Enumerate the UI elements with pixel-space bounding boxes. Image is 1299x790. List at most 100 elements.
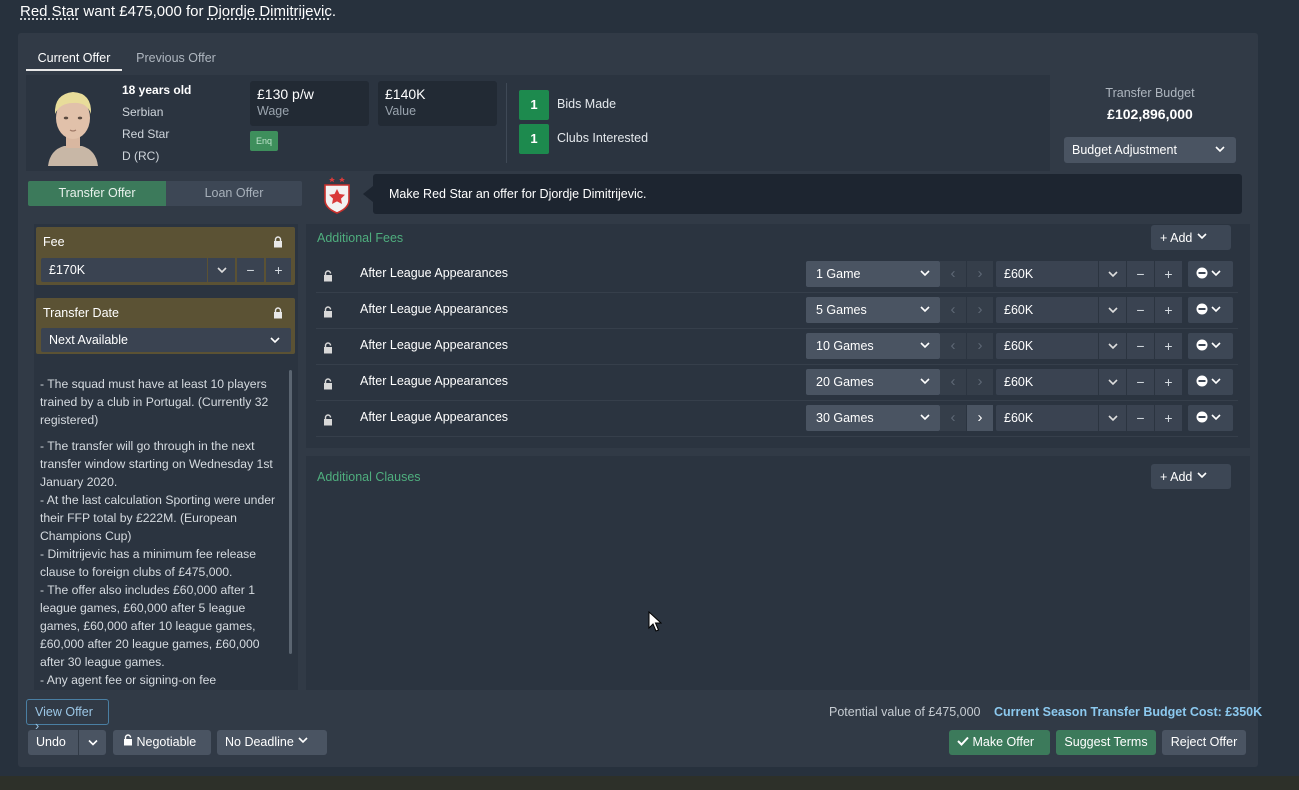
games-value: 20 Games <box>816 375 874 389</box>
games-value: 1 Game <box>816 267 861 281</box>
enquire-button[interactable]: Enq <box>250 131 278 151</box>
games-dropdown[interactable]: 20 Games <box>806 369 940 395</box>
games-dropdown[interactable]: 10 Games <box>806 333 940 359</box>
transfer-offer-toggle[interactable]: Transfer Offer <box>28 181 166 206</box>
amount-input[interactable]: £60K <box>996 297 1098 323</box>
amount-decrease-button[interactable]: − <box>1127 261 1154 287</box>
amount-increase-button[interactable]: + <box>1155 405 1182 431</box>
row-options-button[interactable] <box>1188 333 1233 359</box>
offer-heading: Red Star want £475,000 for Djordje Dimit… <box>20 3 336 20</box>
heading-text: want £475,000 for <box>79 3 208 20</box>
tab-current-offer[interactable]: Current Offer <box>26 49 122 71</box>
amount-input[interactable]: £60K <box>996 405 1098 431</box>
amount-increase-button[interactable]: + <box>1155 369 1182 395</box>
note-item: - The offer also includes £60,000 after … <box>40 583 260 669</box>
deadline-label: No Deadline <box>225 735 294 749</box>
fee-decrease-button[interactable]: − <box>237 258 264 282</box>
section-gap <box>306 448 1250 456</box>
next-button[interactable]: › <box>967 369 993 395</box>
chevron-down-icon <box>920 414 930 421</box>
amount-input[interactable]: £60K <box>996 261 1098 287</box>
note-item: - Dimitrijevic has a minimum fee release… <box>40 547 257 579</box>
previous-button[interactable]: ‹ <box>940 333 966 359</box>
add-clause-label: Add <box>1170 470 1193 484</box>
amount-dropdown-button[interactable] <box>1099 261 1126 287</box>
tab-previous-offer[interactable]: Previous Offer <box>128 49 224 71</box>
previous-button[interactable]: ‹ <box>940 261 966 287</box>
unlock-icon[interactable] <box>323 414 333 426</box>
lock-icon[interactable] <box>273 307 283 319</box>
amount-input[interactable]: £60K <box>996 369 1098 395</box>
deadline-dropdown[interactable]: No Deadline <box>217 730 327 755</box>
amount-decrease-button[interactable]: − <box>1127 369 1154 395</box>
fee-row-label: After League Appearances <box>360 374 509 388</box>
previous-button[interactable]: ‹ <box>940 405 966 431</box>
view-offer-label: View Offer <box>35 705 93 719</box>
amount-dropdown-button[interactable] <box>1099 333 1126 359</box>
check-icon <box>957 736 969 746</box>
transfer-date-label: Transfer Date <box>43 306 119 320</box>
amount-increase-button[interactable]: + <box>1155 333 1182 359</box>
club-crest-icon <box>324 177 350 214</box>
lock-icon[interactable] <box>273 236 283 248</box>
add-clause-button[interactable]: + Add <box>1151 464 1231 489</box>
row-options-button[interactable] <box>1188 297 1233 323</box>
loan-offer-toggle[interactable]: Loan Offer <box>166 181 302 206</box>
amount-decrease-button[interactable]: − <box>1127 297 1154 323</box>
amount-increase-button[interactable]: + <box>1155 261 1182 287</box>
negotiable-button[interactable]: Negotiable <box>113 730 211 755</box>
row-options-button[interactable] <box>1188 369 1233 395</box>
wage-value: £130 p/w <box>257 86 314 102</box>
fee-increase-button[interactable]: + <box>266 258 291 282</box>
clubs-interested-label[interactable]: Clubs Interested <box>557 131 648 145</box>
next-button[interactable]: › <box>967 405 993 431</box>
make-offer-label: Make Offer <box>972 735 1035 749</box>
previous-button[interactable]: ‹ <box>940 369 966 395</box>
budget-adjustment-dropdown[interactable]: Budget Adjustment <box>1064 137 1236 163</box>
player-link[interactable]: Djordje Dimitrijevic <box>208 3 332 20</box>
row-options-button[interactable] <box>1188 261 1233 287</box>
amount-dropdown-button[interactable] <box>1099 405 1126 431</box>
games-dropdown[interactable]: 30 Games <box>806 405 940 431</box>
next-button[interactable]: › <box>967 297 993 323</box>
amount-decrease-button[interactable]: − <box>1127 405 1154 431</box>
plus-icon: + <box>1160 231 1168 245</box>
previous-button[interactable]: ‹ <box>940 297 966 323</box>
reject-offer-button[interactable]: Reject Offer <box>1162 730 1246 755</box>
fee-row: After League Appearances 10 Games ‹ › £6… <box>316 329 1238 365</box>
player-club[interactable]: Red Star <box>122 127 169 141</box>
undo-dropdown-button[interactable] <box>79 730 106 755</box>
suggest-terms-button[interactable]: Suggest Terms <box>1056 730 1156 755</box>
unlock-icon[interactable] <box>323 378 333 390</box>
undo-button[interactable]: Undo <box>28 730 78 755</box>
row-options-button[interactable] <box>1188 405 1233 431</box>
negotiable-label: Negotiable <box>136 735 197 749</box>
games-dropdown[interactable]: 5 Games <box>806 297 940 323</box>
fee-dropdown-button[interactable] <box>208 258 235 282</box>
player-portrait[interactable] <box>40 84 106 166</box>
games-dropdown[interactable]: 1 Game <box>806 261 940 287</box>
unlock-icon[interactable] <box>323 342 333 354</box>
amount-dropdown-button[interactable] <box>1099 297 1126 323</box>
view-offer-button[interactable]: View Offer › <box>26 699 109 733</box>
amount-increase-button[interactable]: + <box>1155 297 1182 323</box>
amount-dropdown-button[interactable] <box>1099 369 1126 395</box>
add-fee-button[interactable]: + Add <box>1151 225 1231 250</box>
transfer-date-dropdown[interactable]: Next Available <box>41 328 291 352</box>
next-button[interactable]: › <box>967 261 993 287</box>
fee-input[interactable]: £170K <box>41 258 207 282</box>
budget-cost[interactable]: Current Season Transfer Budget Cost: £35… <box>994 705 1262 719</box>
notes-scrollbar[interactable] <box>289 370 292 654</box>
additional-fees-title: Additional Fees <box>317 231 404 245</box>
unlock-icon[interactable] <box>323 306 333 318</box>
next-button[interactable]: › <box>967 333 993 359</box>
additional-clauses-title: Additional Clauses <box>317 470 421 484</box>
chevron-down-icon <box>1197 472 1207 479</box>
amount-decrease-button[interactable]: − <box>1127 333 1154 359</box>
plus-icon: + <box>1160 470 1168 484</box>
unlock-icon[interactable] <box>323 270 333 282</box>
amount-input[interactable]: £60K <box>996 333 1098 359</box>
club-link[interactable]: Red Star <box>20 3 79 20</box>
make-offer-button[interactable]: Make Offer <box>949 730 1050 755</box>
chevron-down-icon <box>1107 415 1118 422</box>
